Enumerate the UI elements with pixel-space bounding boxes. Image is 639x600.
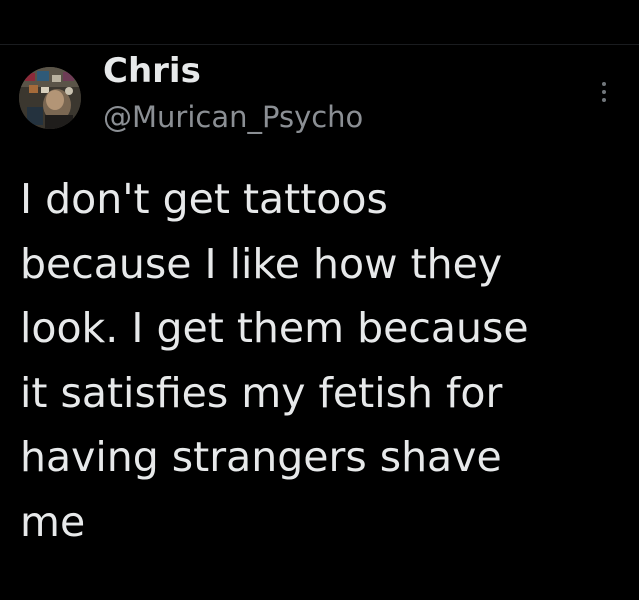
tweet-text: I don't get tattoos because I like how t…: [20, 167, 620, 554]
more-options-button[interactable]: [594, 75, 614, 109]
tweet: Chris @Murican_Psycho I don't get tattoo…: [0, 45, 639, 600]
author-handle[interactable]: @Murican_Psycho: [103, 97, 363, 137]
tweet-text-line: it satisfies my fetish for: [20, 368, 503, 417]
tweet-text-line: having strangers shave: [20, 433, 502, 481]
author-avatar[interactable]: [19, 67, 81, 129]
more-options-vertical-icon: [602, 98, 606, 102]
tweet-text-line: me: [20, 497, 86, 546]
tweet-text-line: look. I get them because: [20, 304, 529, 352]
avatar-photo: [19, 67, 81, 129]
more-options-vertical-icon: [602, 90, 606, 94]
tweet-text-line: I don't get tattoos: [20, 175, 388, 223]
tweet-text-line: because I like how they: [20, 239, 503, 288]
more-options-vertical-icon: [602, 82, 606, 86]
author-display-name[interactable]: Chris: [103, 49, 201, 93]
